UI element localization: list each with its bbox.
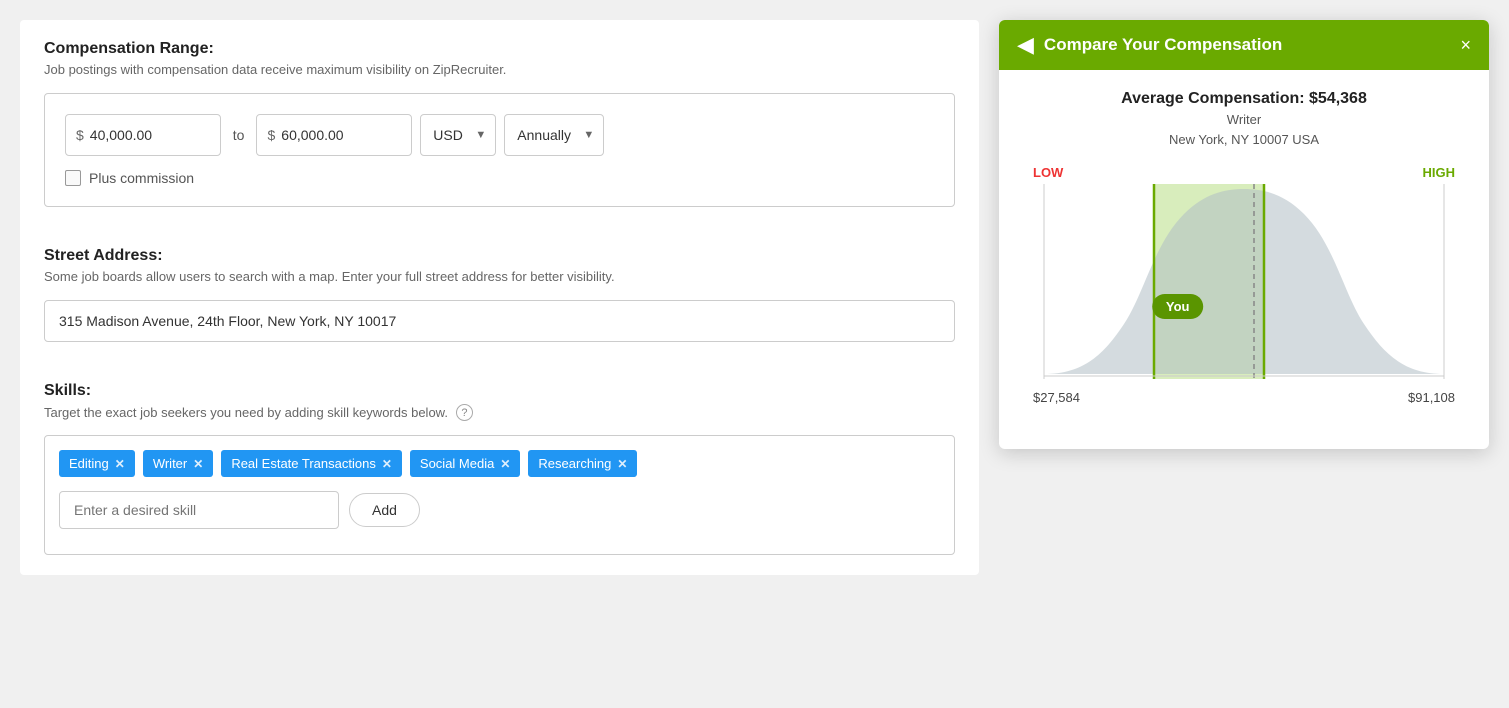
popup-header: ◀ Compare Your Compensation × [999, 20, 1489, 70]
skill-input-row: Add [59, 491, 940, 529]
skill-tag-social-media: Social Media ✕ [410, 450, 521, 477]
skills-tags-row: Editing ✕ Writer ✕ Real Estate Transacti… [59, 450, 940, 477]
skills-subtitle: Target the exact job seekers you need by… [44, 405, 448, 420]
skill-tag-real-estate-label: Real Estate Transactions [231, 456, 376, 471]
skills-title: Skills: [44, 382, 955, 400]
period-select-wrapper[interactable]: Annually Monthly Weekly Hourly ▼ [504, 114, 604, 156]
currency-select-wrapper[interactable]: USD EUR GBP CAD ▼ [420, 114, 496, 156]
skill-tag-researching-label: Researching [538, 456, 611, 471]
skill-tag-social-media-remove[interactable]: ✕ [500, 457, 510, 471]
skill-tag-writer: Writer ✕ [143, 450, 214, 477]
skill-tag-writer-remove[interactable]: ✕ [193, 457, 203, 471]
compensation-chart: LOW HIGH [1023, 165, 1465, 425]
bell-curve-svg [1023, 184, 1465, 384]
add-skill-button[interactable]: Add [349, 493, 420, 527]
to-label: to [229, 127, 249, 143]
high-label: HIGH [1423, 165, 1456, 180]
period-select[interactable]: Annually Monthly Weekly Hourly [504, 114, 604, 156]
address-title: Street Address: [44, 247, 955, 265]
commission-checkbox[interactable] [65, 170, 81, 186]
compensation-subtitle: Job postings with compensation data rece… [44, 62, 955, 77]
skill-tag-editing-label: Editing [69, 456, 109, 471]
skill-tag-real-estate-remove[interactable]: ✕ [382, 457, 392, 471]
min-compensation-field[interactable]: $ [65, 114, 221, 156]
skill-input[interactable] [59, 491, 339, 529]
popup-header-left: ◀ Compare Your Compensation [1017, 34, 1282, 56]
min-compensation-input[interactable] [90, 127, 210, 143]
max-compensation-input[interactable] [281, 127, 401, 143]
popup-close-button[interactable]: × [1460, 35, 1471, 56]
chart-high-value: $91,108 [1408, 390, 1455, 405]
low-label: LOW [1033, 165, 1063, 180]
skills-container: Editing ✕ Writer ✕ Real Estate Transacti… [44, 435, 955, 555]
you-badge: You [1152, 294, 1204, 319]
chart-labels-top: LOW HIGH [1023, 165, 1465, 180]
address-subtitle: Some job boards allow users to search wi… [44, 269, 955, 284]
popup-title: Compare Your Compensation [1044, 35, 1282, 55]
popup-body: Average Compensation: $54,368 Writer New… [999, 70, 1489, 449]
avg-comp-title: Average Compensation: $54,368 [1023, 90, 1465, 108]
commission-label: Plus commission [89, 170, 194, 186]
skills-help-icon[interactable]: ? [456, 404, 473, 421]
skill-tag-researching: Researching ✕ [528, 450, 637, 477]
max-compensation-field[interactable]: $ [256, 114, 412, 156]
skill-tag-social-media-label: Social Media [420, 456, 494, 471]
max-currency-symbol: $ [267, 127, 275, 143]
skill-tag-researching-remove[interactable]: ✕ [617, 457, 627, 471]
compare-compensation-popup: ◀ Compare Your Compensation × Average Co… [999, 20, 1489, 449]
job-title-label: Writer [1227, 112, 1261, 127]
chart-svg-container: You [1023, 184, 1465, 384]
skill-tag-editing-remove[interactable]: ✕ [115, 457, 125, 471]
currency-select[interactable]: USD EUR GBP CAD [420, 114, 496, 156]
chart-range-labels: $27,584 $91,108 [1023, 384, 1465, 405]
address-input[interactable] [44, 300, 955, 342]
skill-tag-editing: Editing ✕ [59, 450, 135, 477]
compensation-title: Compensation Range: [44, 40, 955, 58]
skill-tag-real-estate: Real Estate Transactions ✕ [221, 450, 402, 477]
skill-tag-writer-label: Writer [153, 456, 187, 471]
arrow-left-icon: ◀ [1017, 34, 1034, 56]
avg-comp-subtitle: Writer New York, NY 10007 USA [1023, 110, 1465, 149]
job-location-label: New York, NY 10007 USA [1169, 132, 1319, 147]
chart-low-value: $27,584 [1033, 390, 1080, 405]
min-currency-symbol: $ [76, 127, 84, 143]
